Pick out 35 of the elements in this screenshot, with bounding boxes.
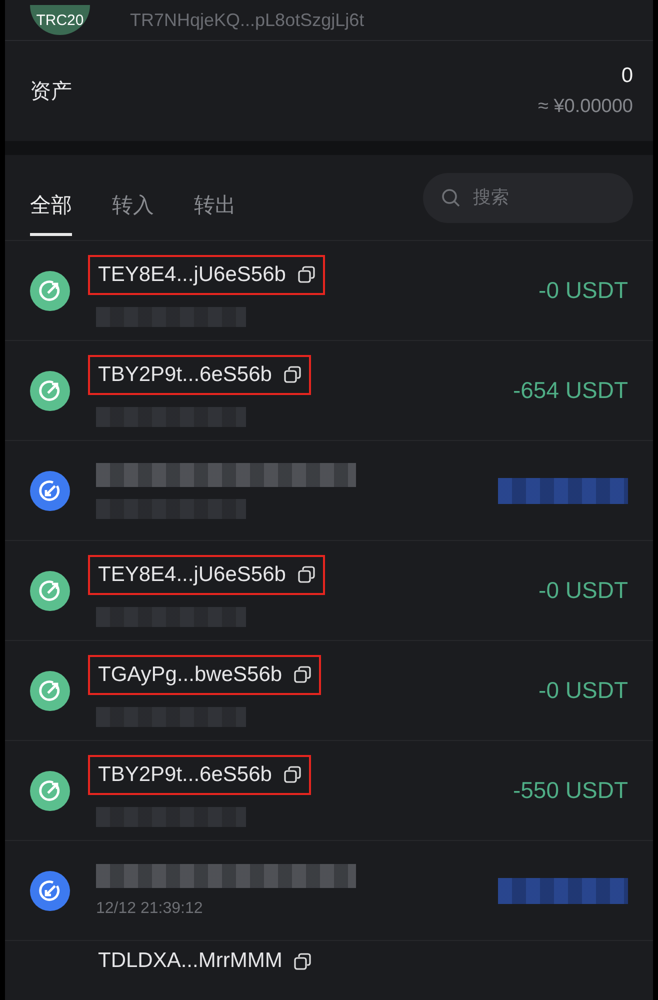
transaction-row[interactable]: TEY8E4...jU6eS56b -0 USDT <box>5 541 653 641</box>
transaction-amount: -654 USDT <box>512 377 628 404</box>
copy-icon[interactable] <box>284 366 301 383</box>
copy-icon[interactable] <box>294 666 312 683</box>
transaction-amount: -0 USDT <box>538 677 628 704</box>
copy-icon[interactable] <box>284 766 301 783</box>
asset-amount: 0 <box>621 64 633 88</box>
transaction-address: TGAyPg...bweS56b <box>98 662 282 686</box>
filter-tab[interactable]: 转入 <box>112 175 154 236</box>
transaction-amount: -550 USDT <box>512 777 628 804</box>
copy-icon[interactable] <box>298 266 315 283</box>
transaction-time: 12/12 21:39:12 <box>96 900 204 918</box>
fiat-value: ≈ ¥0.00000 <box>538 96 633 118</box>
token-badge: TRC20 <box>30 5 90 35</box>
transaction-row[interactable]: TBY2P9t...6eS56b -550 USDT <box>5 741 653 841</box>
transaction-amount: -0 USDT <box>538 277 628 304</box>
search-field[interactable]: 搜索 <box>423 172 633 222</box>
search-input[interactable]: 搜索 <box>471 186 615 209</box>
transaction-amount: -0 USDT <box>538 577 628 604</box>
transaction-row[interactable]: TGAyPg...bweS56b -0 USDT <box>5 641 653 741</box>
search-icon <box>441 188 461 208</box>
transaction-address: TEY8E4...jU6eS56b <box>98 562 286 586</box>
transaction-address: TEY8E4...jU6eS56b <box>98 262 286 286</box>
transaction-row[interactable]: TDLDXA...MrrMMM <box>5 941 653 1000</box>
copy-icon[interactable] <box>298 566 315 583</box>
transaction-address: TBY2P9t...6eS56b <box>98 362 272 386</box>
transaction-address: TBY2P9t...6eS56b <box>98 762 272 786</box>
filter-tab[interactable]: 全部 <box>30 175 72 236</box>
filter-tab[interactable]: 转出 <box>194 175 236 236</box>
transaction-row[interactable]: TBY2P9t...6eS56b -654 USDT <box>5 341 653 441</box>
copy-icon[interactable] <box>294 952 312 970</box>
wallet-address: TR7NHqjeKQ...pL8otSzgjLj6t <box>130 10 364 30</box>
transaction-row[interactable]: TEY8E4...jU6eS56b -0 USDT <box>5 241 653 341</box>
transaction-address: TDLDXA...MrrMMM <box>98 949 282 973</box>
assets-label: 资产 <box>30 79 72 105</box>
